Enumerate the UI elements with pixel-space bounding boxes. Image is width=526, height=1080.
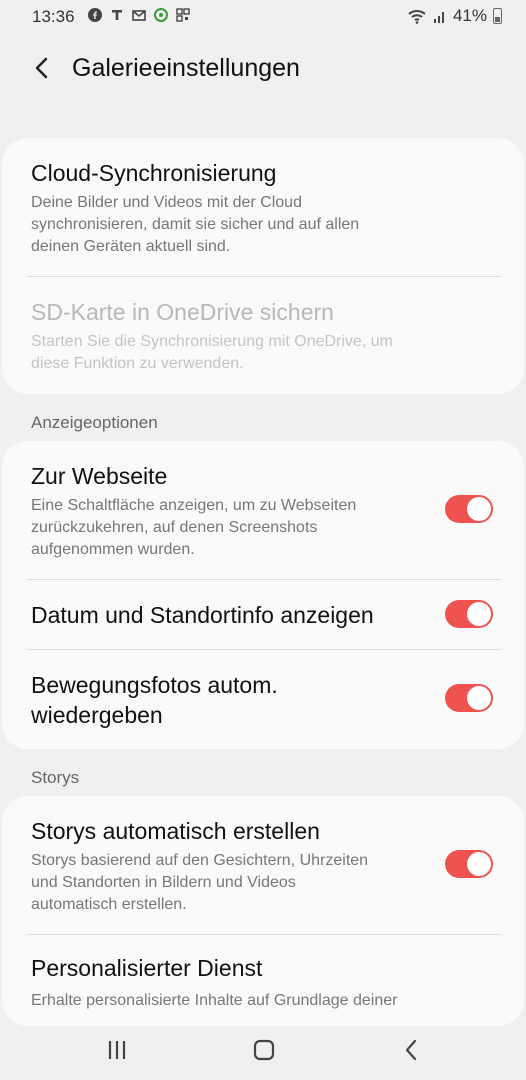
wifi-icon bbox=[408, 10, 426, 24]
personalized-service-title: Personalisierter Dienst bbox=[31, 955, 263, 981]
sd-card-title: SD-Karte in OneDrive sichern bbox=[31, 299, 334, 325]
battery-percent: 41% bbox=[452, 6, 487, 25]
telekom-icon bbox=[112, 10, 122, 20]
cloud-sync-description-line-3: deinen Geräten aktuell sind. bbox=[31, 238, 231, 255]
back-nav-icon[interactable] bbox=[396, 1036, 426, 1064]
webpage-description-line-1: Eine Schaltfläche anzeigen, um zu Websei… bbox=[31, 497, 357, 514]
navigation-bar bbox=[0, 1018, 526, 1080]
recents-icon[interactable] bbox=[102, 1036, 132, 1064]
home-icon[interactable] bbox=[249, 1036, 279, 1064]
display-options-header: Anzeigeoptionen bbox=[31, 413, 158, 432]
sd-card-description-line-1: Starten Sie die Synchronisierung mit One… bbox=[31, 333, 393, 350]
mail-icon bbox=[132, 10, 146, 21]
back-arrow-icon[interactable] bbox=[28, 54, 56, 82]
battery-icon bbox=[493, 8, 502, 24]
date-location-item[interactable]: Datum und Standortinfo anzeigen bbox=[2, 580, 524, 649]
date-location-title: Datum und Standortinfo anzeigen bbox=[31, 602, 374, 628]
status-time: 13:36 bbox=[32, 7, 75, 26]
app-icon bbox=[154, 8, 168, 22]
date-location-toggle[interactable] bbox=[445, 600, 493, 628]
auto-stories-title: Storys automatisch erstellen bbox=[31, 818, 320, 844]
webpage-toggle[interactable] bbox=[445, 495, 493, 523]
motion-photos-title-line-2: wiedergeben bbox=[31, 702, 163, 728]
webpage-title: Zur Webseite bbox=[31, 463, 168, 489]
cloud-sync-description-line-2: synchronisieren, damit sie sicher und au… bbox=[31, 216, 360, 233]
system-indicators: 41% bbox=[407, 6, 502, 26]
webpage-description-line-3: aufgenommen wurden. bbox=[31, 541, 195, 558]
motion-photos-item[interactable]: Bewegungsfotos autom. wiedergeben bbox=[2, 650, 524, 749]
personalized-service-item[interactable]: Personalisierter Dienst Erhalte personal… bbox=[2, 935, 524, 1026]
sd-card-description-line-2: diese Funktion zu verwenden. bbox=[31, 355, 244, 372]
auto-stories-description-line-3: automatisch erstellen. bbox=[31, 896, 187, 913]
qr-icon bbox=[176, 8, 190, 22]
page-title: Galerieeinstellungen bbox=[72, 54, 300, 82]
display-options-card: Zur Webseite Eine Schaltfläche anzeigen,… bbox=[2, 441, 524, 749]
facebook-icon bbox=[88, 8, 102, 22]
status-bar: 13:36 41% bbox=[0, 0, 526, 34]
auto-stories-toggle[interactable] bbox=[445, 850, 493, 878]
cloud-sync-title: Cloud-Synchronisierung bbox=[31, 160, 277, 186]
motion-photos-title-line-1: Bewegungsfotos autom. bbox=[31, 672, 278, 698]
personalized-service-description: Erhalte personalisierte Inhalte auf Grun… bbox=[31, 992, 398, 1009]
cloud-settings-card: Cloud-Synchronisierung Deine Bilder und … bbox=[2, 138, 524, 394]
auto-stories-item[interactable]: Storys automatisch erstellen Storys basi… bbox=[2, 796, 524, 934]
stories-header: Storys bbox=[31, 768, 80, 787]
cloud-sync-item[interactable]: Cloud-Synchronisierung Deine Bilder und … bbox=[2, 138, 524, 276]
auto-stories-description-line-1: Storys basierend auf den Gesichtern, Uhr… bbox=[31, 852, 369, 869]
app-bar: Galerieeinstellungen bbox=[0, 40, 526, 96]
motion-photos-toggle[interactable] bbox=[445, 684, 493, 712]
sd-card-onedrive-item: SD-Karte in OneDrive sichern Starten Sie… bbox=[2, 277, 524, 394]
auto-stories-description-line-2: und Standorten in Bildern und Videos bbox=[31, 874, 296, 891]
notification-icons bbox=[88, 8, 190, 22]
signal-icon bbox=[433, 12, 444, 23]
cloud-sync-description-line-1: Deine Bilder und Videos mit der Cloud bbox=[31, 194, 302, 211]
stories-card: Storys automatisch erstellen Storys basi… bbox=[2, 796, 524, 1026]
webpage-item[interactable]: Zur Webseite Eine Schaltfläche anzeigen,… bbox=[2, 441, 524, 579]
webpage-description-line-2: zurückzukehren, auf denen Screenshots bbox=[31, 519, 318, 536]
